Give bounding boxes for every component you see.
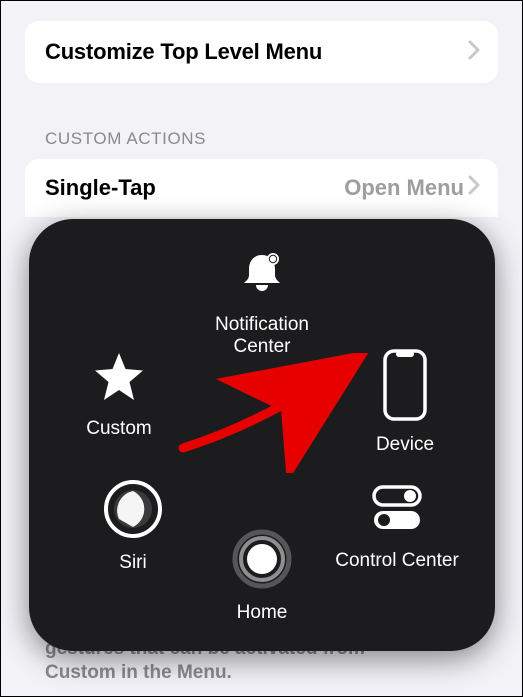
menu-item-home[interactable]: Home (192, 529, 332, 624)
assistivetouch-menu: Notification Center Custom Device (29, 219, 495, 651)
menu-item-label: Siri (119, 552, 146, 574)
single-tap-label: Single-Tap (45, 175, 156, 201)
menu-item-label: Control Center (335, 550, 459, 572)
chevron-right-icon (468, 40, 480, 65)
star-icon (91, 349, 147, 410)
customize-top-level-row[interactable]: Customize Top Level Menu (25, 21, 498, 83)
control-center-icon (368, 479, 426, 542)
single-tap-value: Open Menu (344, 175, 464, 201)
menu-item-label: Home (237, 602, 288, 624)
menu-item-label: Notification Center (192, 314, 332, 358)
home-button-icon (232, 529, 292, 594)
chevron-right-icon (468, 175, 480, 201)
customize-top-level-label: Customize Top Level Menu (45, 39, 322, 65)
menu-item-label: Custom (86, 418, 151, 440)
siri-icon (103, 479, 163, 544)
footer-line-2: Custom in the Menu. (45, 662, 232, 683)
menu-item-control-center[interactable]: Control Center (327, 479, 467, 572)
custom-actions-header: CUSTOM ACTIONS (45, 129, 498, 149)
menu-item-notification-center[interactable]: Notification Center (192, 249, 332, 358)
single-tap-row[interactable]: Single-Tap Open Menu (25, 159, 498, 217)
menu-item-siri[interactable]: Siri (63, 479, 203, 574)
device-icon (383, 349, 427, 426)
menu-item-device[interactable]: Device (335, 349, 475, 456)
bell-icon (236, 249, 288, 306)
menu-item-label: Device (376, 434, 434, 456)
menu-item-custom[interactable]: Custom (49, 349, 189, 440)
